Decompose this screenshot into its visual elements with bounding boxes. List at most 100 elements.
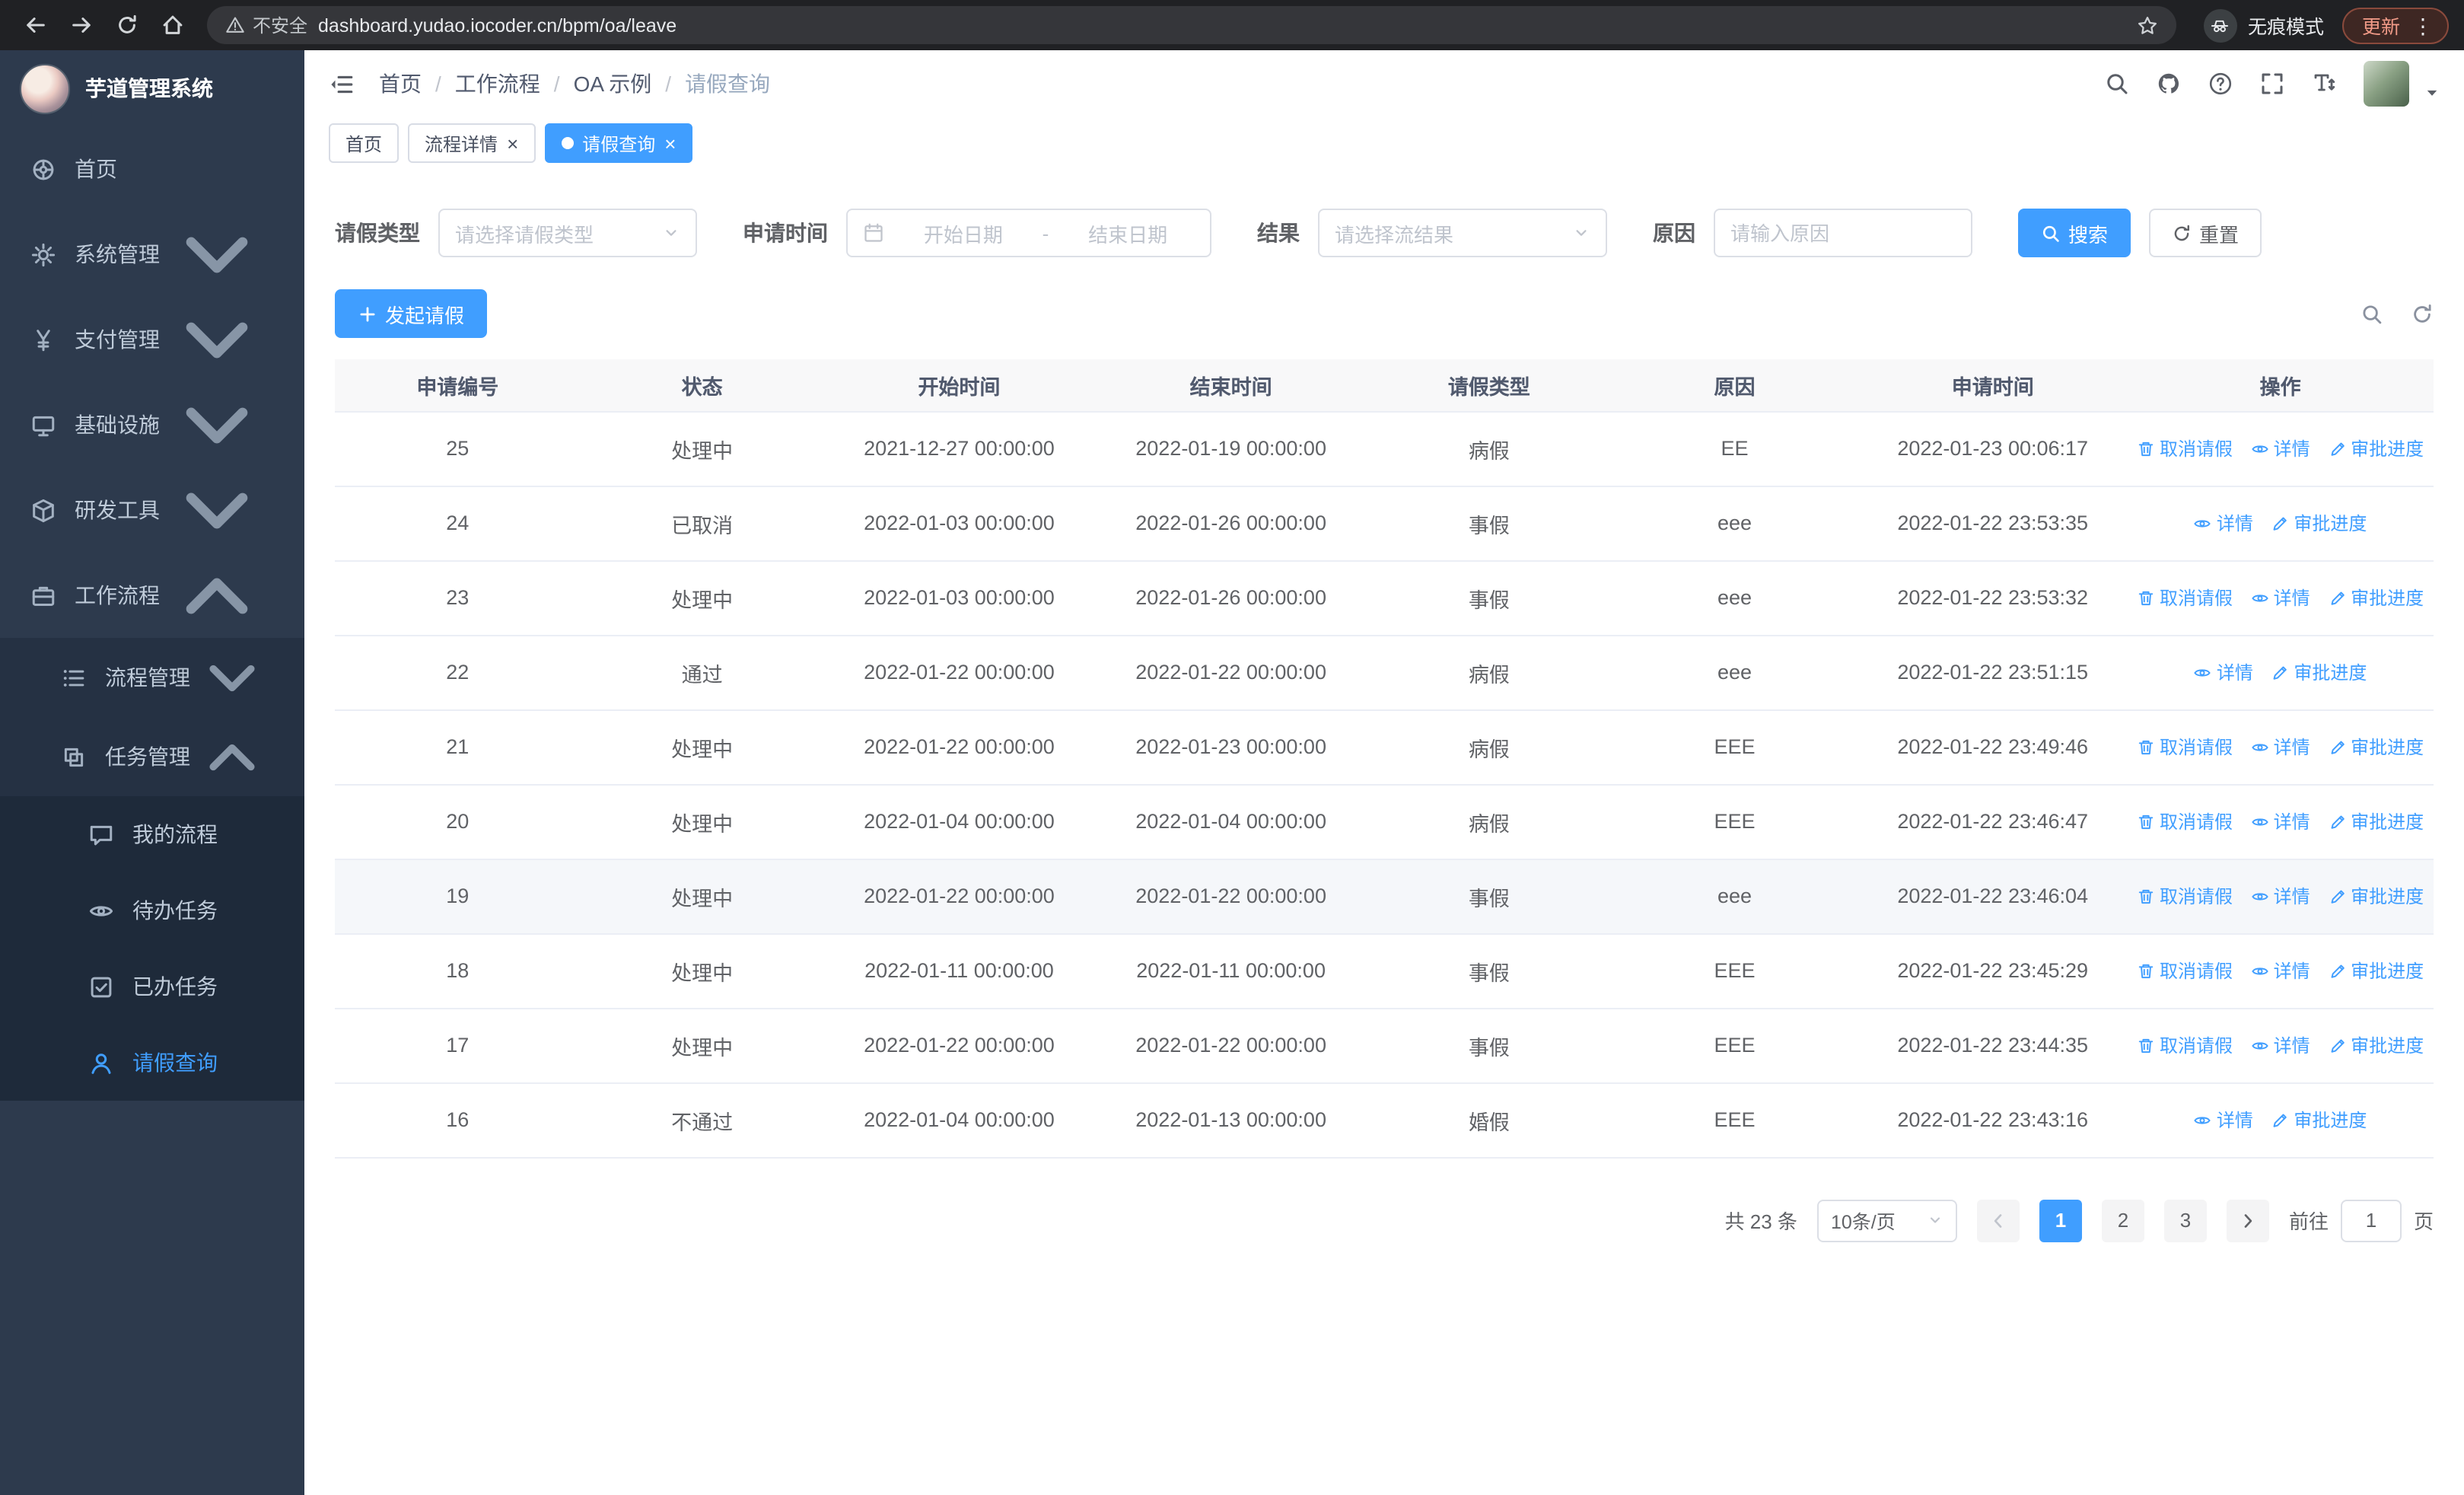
- cancel-leave-action[interactable]: 取消请假: [2137, 1032, 2233, 1058]
- approval-progress-action[interactable]: 审批进度: [2328, 734, 2424, 760]
- sidebar-subitem[interactable]: 流程管理: [0, 638, 304, 717]
- detail-action[interactable]: 详情: [2194, 659, 2253, 685]
- sidebar-leaf-item[interactable]: 请假查询: [0, 1025, 304, 1101]
- detail-action[interactable]: 详情: [2251, 734, 2310, 760]
- sidebar-leaf-item[interactable]: 已办任务: [0, 948, 304, 1025]
- cell-actions: 取消请假 详情 审批进度: [2127, 933, 2434, 1009]
- result-select[interactable]: 请选择流结果: [1318, 209, 1607, 257]
- cancel-leave-action[interactable]: 取消请假: [2137, 808, 2233, 834]
- help-icon[interactable]: [2208, 72, 2233, 96]
- prev-page-button[interactable]: [1976, 1199, 2020, 1242]
- table-row[interactable]: 17 处理中 2022-01-22 00:00:00 2022-01-22 00…: [335, 1008, 2434, 1083]
- reset-button[interactable]: 重置: [2149, 209, 2262, 257]
- create-leave-button[interactable]: 发起请假: [335, 289, 488, 338]
- leave-type-select[interactable]: 请选择请假类型: [438, 209, 697, 257]
- browser-forward-button[interactable]: [61, 5, 100, 45]
- cancel-leave-action[interactable]: 取消请假: [2137, 734, 2233, 760]
- detail-action[interactable]: 详情: [2251, 808, 2310, 834]
- bookmark-star-icon[interactable]: [2137, 14, 2158, 36]
- approval-progress-action[interactable]: 审批进度: [2328, 808, 2424, 834]
- table-row[interactable]: 21 处理中 2022-01-22 00:00:00 2022-01-23 00…: [335, 709, 2434, 785]
- sidebar-collapse-icon[interactable]: [329, 71, 355, 97]
- breadcrumb-separator: /: [435, 72, 441, 96]
- tab[interactable]: 请假查询 ×: [544, 123, 693, 163]
- approval-progress-action[interactable]: 审批进度: [2328, 1032, 2424, 1058]
- approval-progress-action[interactable]: 审批进度: [2271, 510, 2367, 536]
- font-size-icon[interactable]: [2312, 72, 2336, 96]
- browser-update-button[interactable]: 更新 ⋮: [2341, 7, 2449, 43]
- filter-result: 结果 请选择流结果: [1257, 209, 1607, 257]
- approval-progress-action[interactable]: 审批进度: [2328, 883, 2424, 909]
- app-logo[interactable]: 芋道管理系统: [0, 50, 304, 126]
- cancel-leave-action[interactable]: 取消请假: [2137, 883, 2233, 909]
- approval-progress-action[interactable]: 审批进度: [2271, 659, 2367, 685]
- browser-menu-icon[interactable]: ⋮: [2412, 14, 2434, 36]
- sidebar-leaf-item[interactable]: 我的流程: [0, 796, 304, 872]
- detail-action[interactable]: 详情: [2251, 958, 2310, 983]
- breadcrumb-item[interactable]: 首页 /: [379, 69, 455, 99]
- next-page-button[interactable]: [2226, 1199, 2269, 1242]
- detail-action[interactable]: 详情: [2251, 585, 2310, 610]
- table-row[interactable]: 18 处理中 2022-01-11 00:00:00 2022-01-11 00…: [335, 933, 2434, 1009]
- page-number-button[interactable]: 3: [2163, 1199, 2207, 1242]
- fullscreen-icon[interactable]: [2260, 72, 2284, 96]
- cell-reason: EEE: [1610, 709, 1859, 785]
- approval-progress-action[interactable]: 审批进度: [2328, 958, 2424, 983]
- browser-home-button[interactable]: [152, 5, 192, 45]
- detail-action[interactable]: 详情: [2194, 1107, 2253, 1133]
- detail-action[interactable]: 详情: [2251, 883, 2310, 909]
- cancel-leave-action[interactable]: 取消请假: [2137, 435, 2233, 461]
- toggle-search-icon[interactable]: [2361, 302, 2383, 325]
- detail-action[interactable]: 详情: [2251, 435, 2310, 461]
- refresh-table-icon[interactable]: [2411, 302, 2434, 325]
- detail-action[interactable]: 详情: [2251, 1032, 2310, 1058]
- sidebar-leaf-item[interactable]: 待办任务: [0, 872, 304, 948]
- cell-start-time: 2022-01-04 00:00:00: [823, 784, 1095, 859]
- table-row[interactable]: 22 通过 2022-01-22 00:00:00 2022-01-22 00:…: [335, 635, 2434, 710]
- reason-input[interactable]: [1714, 209, 1972, 257]
- sidebar-leaf-label: 我的流程: [132, 822, 218, 846]
- chevron-down-icon[interactable]: [2424, 85, 2440, 107]
- cancel-leave-action[interactable]: 取消请假: [2137, 585, 2233, 610]
- goto-label: 前往: [2288, 1210, 2329, 1233]
- table-row[interactable]: 20 处理中 2022-01-04 00:00:00 2022-01-04 00…: [335, 784, 2434, 859]
- browser-back-button[interactable]: [15, 5, 55, 45]
- breadcrumb-item[interactable]: OA 示例 /: [574, 69, 686, 99]
- sidebar-subitem[interactable]: 任务管理: [0, 717, 304, 796]
- cancel-leave-action[interactable]: 取消请假: [2137, 958, 2233, 983]
- tab-close-icon[interactable]: ×: [664, 133, 676, 153]
- search-icon[interactable]: [2105, 72, 2129, 96]
- goto-page-input[interactable]: [2340, 1199, 2402, 1242]
- tab[interactable]: 首页: [329, 123, 400, 163]
- table-row[interactable]: 16 不通过 2022-01-04 00:00:00 2022-01-13 00…: [335, 1082, 2434, 1158]
- breadcrumb-item[interactable]: 请假查询 /: [685, 69, 770, 99]
- address-bar[interactable]: 不安全 dashboard.yudao.iocoder.cn/bpm/oa/le…: [207, 6, 2176, 44]
- security-warning[interactable]: 不安全: [225, 12, 307, 38]
- browser-reload-button[interactable]: [107, 5, 146, 45]
- page-size-select[interactable]: 10条/页: [1816, 1199, 1957, 1242]
- page-size-value: 10条/页: [1830, 1212, 1896, 1233]
- table-row[interactable]: 24 已取消 2022-01-03 00:00:00 2022-01-26 00…: [335, 486, 2434, 561]
- cell-leave-type: 事假: [1367, 933, 1611, 1009]
- approval-progress-action[interactable]: 审批进度: [2271, 1107, 2367, 1133]
- page-number-button[interactable]: 1: [2039, 1199, 2082, 1242]
- sidebar-item-label: 首页: [75, 157, 117, 181]
- table-row[interactable]: 23 处理中 2022-01-03 00:00:00 2022-01-26 00…: [335, 560, 2434, 636]
- user-avatar[interactable]: [2364, 61, 2409, 107]
- date-range-picker[interactable]: 开始日期 - 结束日期: [846, 209, 1211, 257]
- tab[interactable]: 流程详情 ×: [408, 123, 536, 163]
- table-row[interactable]: 25 处理中 2021-12-27 00:00:00 2022-01-19 00…: [335, 411, 2434, 486]
- search-button[interactable]: 搜索: [2018, 209, 2131, 257]
- breadcrumb-item[interactable]: 工作流程 /: [455, 69, 574, 99]
- sidebar-item[interactable]: 工作流程: [0, 553, 304, 638]
- approval-progress-action[interactable]: 审批进度: [2328, 435, 2424, 461]
- page-number-button[interactable]: 2: [2101, 1199, 2144, 1242]
- approval-progress-action[interactable]: 审批进度: [2328, 585, 2424, 610]
- table-row[interactable]: 19 处理中 2022-01-22 00:00:00 2022-01-22 00…: [335, 859, 2434, 934]
- filter-reason: 原因: [1653, 209, 1972, 257]
- content: 请假类型 请选择请假类型 申请时间 开始日期 - 结束日期 结果 请选择流结果 …: [304, 169, 2464, 1495]
- detail-action[interactable]: 详情: [2194, 510, 2253, 536]
- tab-close-icon[interactable]: ×: [507, 133, 518, 153]
- github-icon[interactable]: [2157, 72, 2181, 96]
- result-placeholder: 请选择流结果: [1335, 223, 1454, 246]
